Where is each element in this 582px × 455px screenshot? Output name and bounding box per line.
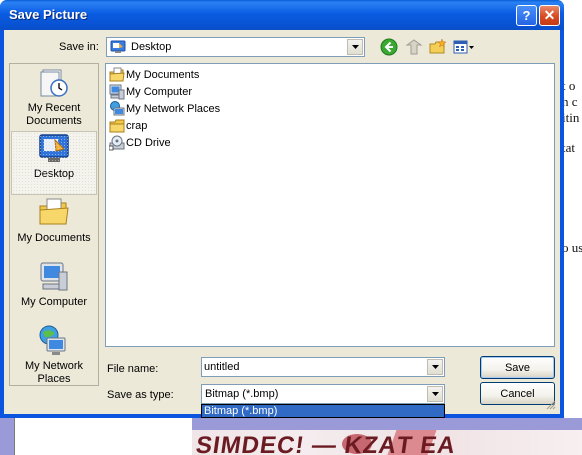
my-network-places-icon bbox=[39, 325, 66, 355]
background-text-fragment: o us bbox=[562, 240, 582, 255]
places-item-my-network-places[interactable]: My Network Places bbox=[10, 324, 98, 386]
places-label: My Recent Documents bbox=[26, 102, 82, 127]
resize-grip-icon[interactable] bbox=[544, 398, 556, 410]
file-item-my-documents[interactable]: My Documents bbox=[109, 66, 199, 83]
title-bar[interactable]: Save Picture ? ✕ bbox=[0, 0, 564, 30]
places-item-my-computer[interactable]: My Computer bbox=[10, 260, 98, 316]
file-name-field[interactable] bbox=[201, 357, 445, 377]
my-network-places-icon bbox=[110, 100, 125, 115]
save-in-value: Desktop bbox=[131, 41, 172, 53]
chevron-down-icon[interactable] bbox=[427, 386, 443, 402]
file-name-input[interactable] bbox=[204, 360, 424, 374]
file-item-folder[interactable]: crap bbox=[109, 117, 147, 134]
file-item-label: My Documents bbox=[126, 68, 200, 81]
save-picture-dialog: Save Picture ? ✕ Save in: Desktop My Rec… bbox=[0, 0, 564, 418]
chevron-down-icon[interactable] bbox=[427, 359, 443, 375]
back-arrow-icon[interactable] bbox=[380, 38, 398, 56]
file-item-label: My Computer bbox=[126, 85, 193, 98]
recent-documents-icon bbox=[40, 69, 68, 97]
save-in-dropdown[interactable]: Desktop bbox=[106, 37, 365, 57]
background-document-page bbox=[14, 418, 192, 455]
places-item-my-documents[interactable]: My Documents bbox=[10, 196, 98, 252]
help-button[interactable]: ? bbox=[516, 5, 537, 26]
save-button[interactable]: Save bbox=[480, 356, 555, 379]
my-documents-icon bbox=[39, 198, 69, 225]
save-as-type-dropdown[interactable]: Bitmap (*.bmp) bbox=[201, 384, 445, 404]
places-item-recent-documents[interactable]: My Recent Documents bbox=[10, 66, 98, 128]
save-as-type-value: Bitmap (*.bmp) bbox=[205, 388, 279, 400]
desktop-icon bbox=[39, 134, 69, 162]
dialog-client-area: Save in: Desktop My Recent Documents Des… bbox=[4, 30, 560, 418]
desktop-icon bbox=[110, 40, 126, 53]
my-computer-icon bbox=[40, 262, 68, 291]
save-in-label: Save in: bbox=[59, 41, 99, 53]
chevron-down-icon[interactable] bbox=[347, 39, 363, 55]
places-label: My Computer bbox=[20, 296, 88, 308]
places-label: My Network Places bbox=[24, 360, 84, 385]
background-text-fragment: itin bbox=[562, 110, 580, 125]
cd-drive-icon bbox=[109, 135, 125, 150]
save-as-type-options-list: Bitmap (*.bmp) bbox=[201, 404, 445, 418]
up-folder-icon[interactable] bbox=[405, 38, 423, 56]
file-name-label: File name: bbox=[107, 363, 159, 375]
file-item-label: CD Drive bbox=[126, 136, 171, 149]
help-icon: ? bbox=[522, 8, 531, 23]
file-item-my-network-places[interactable]: My Network Places bbox=[109, 100, 220, 117]
places-item-desktop[interactable]: Desktop bbox=[11, 131, 97, 195]
background-text-fragment: t o bbox=[562, 78, 576, 93]
new-folder-icon[interactable] bbox=[429, 38, 447, 56]
views-menu-icon[interactable] bbox=[453, 38, 475, 56]
close-icon: ✕ bbox=[543, 7, 556, 23]
background-poster-image: SIMDEC! — KZАT ЕА bbox=[192, 430, 582, 455]
places-label: Desktop bbox=[33, 168, 75, 180]
background-poster-text: SIMDEC! — KZАT ЕА bbox=[194, 432, 458, 455]
file-item-my-computer[interactable]: My Computer bbox=[109, 83, 192, 100]
file-item-label: crap bbox=[126, 119, 148, 132]
file-item-label: My Network Places bbox=[126, 102, 221, 115]
my-documents-icon bbox=[109, 67, 125, 81]
close-button[interactable]: ✕ bbox=[539, 5, 560, 26]
folder-icon bbox=[109, 119, 125, 132]
window-title: Save Picture bbox=[9, 7, 88, 22]
dropdown-option-bitmap[interactable]: Bitmap (*.bmp) bbox=[202, 405, 444, 417]
file-item-cd-drive[interactable]: CD Drive bbox=[109, 134, 171, 151]
save-as-type-label: Save as type: bbox=[107, 389, 174, 401]
background-text-fragment: h c bbox=[562, 94, 578, 109]
file-list[interactable]: My Documents My Computer My Network Plac… bbox=[105, 63, 555, 347]
places-bar: My Recent Documents Desktop My Documents bbox=[9, 63, 99, 386]
places-label: My Documents bbox=[17, 232, 91, 244]
my-computer-icon bbox=[109, 84, 125, 99]
